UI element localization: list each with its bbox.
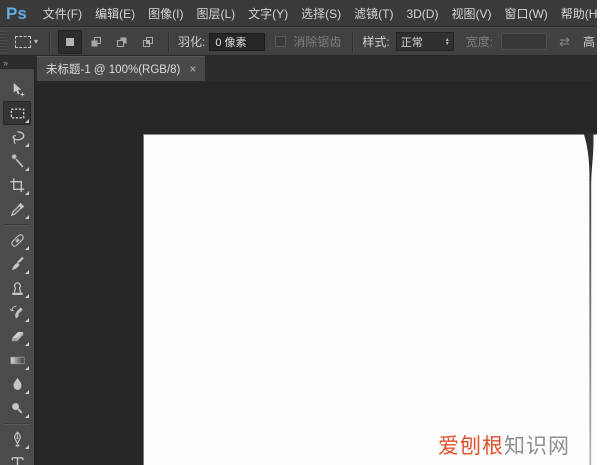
style-dropdown[interactable]: 正常 ▴ ▾	[395, 32, 454, 51]
antialias-checkbox[interactable]	[275, 36, 287, 47]
menu-item[interactable]: 文字(Y)	[246, 3, 290, 24]
swap-dimensions-icon[interactable]: ⇄	[559, 34, 570, 50]
document-canvas[interactable]	[143, 134, 597, 465]
watermark-highlight: 爱刨根	[438, 435, 504, 458]
flyout-indicator-icon	[25, 215, 29, 219]
tool-lasso-icon[interactable]	[3, 125, 31, 149]
tool-magic-wand-icon[interactable]	[3, 149, 31, 173]
double-arrow-icon: »	[3, 57, 8, 68]
menu-item[interactable]: 滤镜(T)	[352, 3, 395, 24]
tool-type-icon[interactable]	[3, 451, 31, 465]
feather-label: 羽化:	[178, 35, 206, 49]
tool-eraser-icon[interactable]	[3, 324, 31, 348]
menu-items: 文件(F) 编辑(E) 图像(I) 图层(L) 文字(Y) 选择(S) 滤镜(T) 3D(D)…	[41, 3, 597, 24]
menu-item[interactable]: 编辑(E)	[93, 3, 137, 24]
photoshop-logo: Ps	[6, 3, 27, 23]
flyout-indicator-icon	[25, 246, 29, 250]
tool-separator	[4, 224, 30, 225]
style-value: 正常	[400, 36, 423, 49]
flyout-indicator-icon	[25, 318, 29, 322]
site-watermark: 爱刨根知识网	[438, 430, 570, 460]
flyout-indicator-icon	[25, 445, 29, 449]
width-label: 宽度:	[465, 35, 494, 49]
marquee-preset-icon	[15, 35, 31, 48]
separator	[352, 31, 354, 52]
flyout-indicator-icon	[25, 414, 29, 418]
width-input[interactable]	[501, 33, 548, 50]
feather-value: 0 像素	[215, 36, 247, 49]
antialias-label: 消除锯齿	[293, 35, 342, 49]
chevron-down-icon: ▾	[34, 37, 39, 46]
tool-pen-icon[interactable]	[3, 427, 31, 451]
watermark-rest: 知识网	[504, 435, 570, 458]
flyout-indicator-icon	[25, 366, 29, 370]
menu-item[interactable]: 图层(L)	[194, 3, 237, 24]
tool-crop-icon[interactable]	[3, 173, 31, 197]
tools-list	[0, 69, 35, 465]
tool-eyedropper-icon[interactable]	[3, 197, 31, 221]
flyout-indicator-icon	[25, 143, 29, 147]
feather-input[interactable]: 0 像素	[209, 32, 266, 51]
tool-gradient-icon[interactable]	[3, 348, 31, 372]
tool-separator	[4, 423, 30, 424]
new-selection-icon	[66, 37, 75, 46]
collapse-panel-button[interactable]: »	[0, 56, 35, 69]
tools-panel: »	[0, 56, 35, 465]
style-label: 样式:	[362, 35, 390, 49]
screenshot-stage: Ps 文件(F) 编辑(E) 图像(I) 图层(L) 文字(Y) 选择(S) 滤镜(T) 3D…	[0, 0, 600, 465]
menu-item[interactable]: 视图(V)	[449, 3, 493, 24]
tool-move-icon[interactable]	[3, 77, 31, 101]
menu-bar: Ps 文件(F) 编辑(E) 图像(I) 图层(L) 文字(Y) 选择(S) 滤镜(T) 3D…	[0, 0, 597, 27]
tool-brush-icon[interactable]	[3, 252, 31, 276]
separator	[49, 31, 51, 52]
options-bar-grip	[0, 30, 7, 53]
height-label: 高	[582, 35, 595, 49]
options-bar: ▾ 羽化: 0 像素 消除锯齿 样式: 正常 ▴ ▾ 宽度: ⇄ 高	[0, 27, 597, 56]
flyout-indicator-icon	[25, 167, 29, 171]
flyout-indicator-icon	[25, 119, 29, 123]
menu-item[interactable]: 帮助(H)	[559, 3, 597, 24]
flyout-indicator-icon	[25, 294, 29, 298]
photoshop-window: Ps 文件(F) 编辑(E) 图像(I) 图层(L) 文字(Y) 选择(S) 滤镜(T) 3D…	[0, 0, 597, 465]
flyout-indicator-icon	[25, 342, 29, 346]
new-selection-button[interactable]	[58, 29, 83, 54]
add-to-selection-icon	[91, 36, 102, 46]
tool-rectangular-marquee-icon[interactable]	[3, 101, 31, 125]
updown-arrows-icon: ▴ ▾	[445, 36, 449, 47]
intersect-selection-icon	[143, 36, 154, 47]
menu-item[interactable]: 图像(I)	[146, 3, 185, 24]
tool-healing-brush-icon[interactable]	[3, 228, 31, 252]
flyout-indicator-icon	[25, 270, 29, 274]
menu-item[interactable]: 文件(F)	[41, 3, 84, 24]
tool-preset-button[interactable]: ▾	[11, 33, 42, 51]
tool-history-brush-icon[interactable]	[3, 300, 31, 324]
subtract-from-selection-button[interactable]	[110, 30, 134, 54]
document-tab-title: 未标题-1 @ 100%(RGB/8)	[46, 63, 181, 76]
subtract-from-selection-icon	[117, 37, 127, 47]
add-to-selection-button[interactable]	[84, 30, 108, 54]
flyout-indicator-icon	[25, 390, 29, 394]
flyout-indicator-icon	[25, 191, 29, 195]
menu-item[interactable]: 选择(S)	[299, 3, 343, 24]
intersect-selection-button[interactable]	[136, 30, 160, 54]
separator	[168, 31, 170, 52]
document-tab-close-icon[interactable]: ×	[189, 62, 196, 76]
document-tab[interactable]: 未标题-1 @ 100%(RGB/8) ×	[37, 56, 206, 81]
tool-dodge-icon[interactable]	[3, 396, 31, 420]
menu-item[interactable]: 窗口(W)	[502, 3, 549, 24]
tool-blur-icon[interactable]	[3, 372, 31, 396]
menu-item[interactable]: 3D(D)	[404, 5, 440, 23]
tool-clone-stamp-icon[interactable]	[3, 276, 31, 300]
